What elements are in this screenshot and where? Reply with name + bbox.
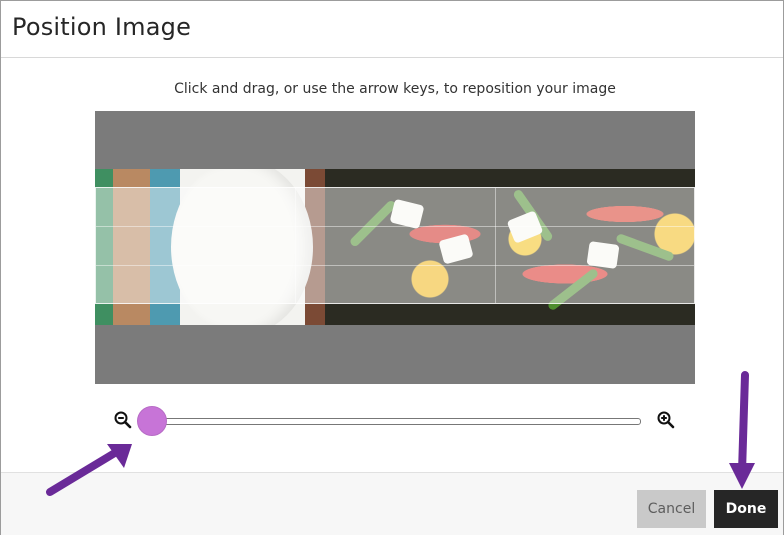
reposition-instruction: Click and drag, or use the arrow keys, t… <box>174 81 616 97</box>
dialog-footer: Cancel Done <box>1 472 783 535</box>
zoom-in-icon[interactable] <box>657 411 675 429</box>
zoom-slider-thumb[interactable] <box>137 406 167 436</box>
zoom-out-icon[interactable] <box>114 411 132 429</box>
dialog-header: Position Image <box>1 1 783 58</box>
zoom-out-icon <box>114 411 132 429</box>
crop-frame[interactable] <box>95 187 695 304</box>
cancel-button[interactable]: Cancel <box>637 490 706 528</box>
zoom-slider-track[interactable] <box>153 418 641 425</box>
crop-grid-line <box>96 265 694 266</box>
dialog-title: Position Image <box>12 13 192 41</box>
crop-grid-line <box>295 188 296 303</box>
done-button[interactable]: Done <box>714 490 778 528</box>
position-image-dialog: Position Image Click and drag, or use th… <box>0 0 784 535</box>
crop-grid-line <box>96 226 694 227</box>
zoom-in-icon <box>657 411 675 429</box>
image-position-editor[interactable] <box>95 111 695 384</box>
crop-grid-line <box>495 188 496 303</box>
zoom-control <box>109 403 689 437</box>
